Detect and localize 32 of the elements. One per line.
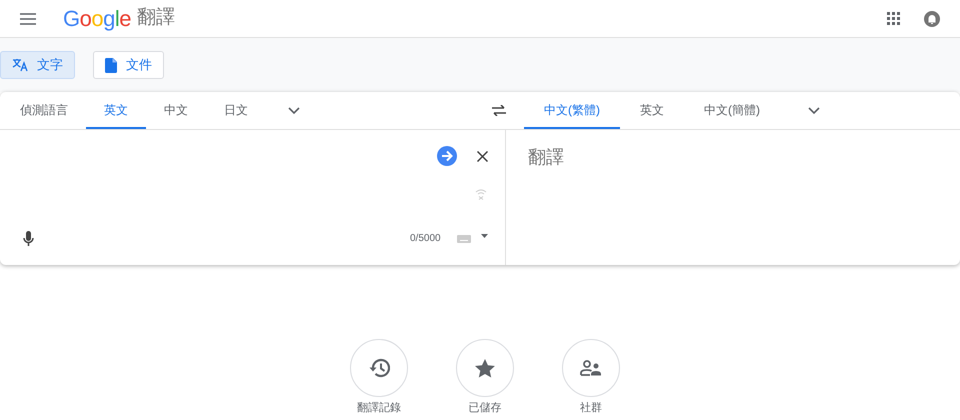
history-icon xyxy=(368,358,390,378)
language-tab[interactable]: 偵測語言 xyxy=(2,92,86,129)
language-tab[interactable]: 中文(簡體) xyxy=(684,92,780,129)
google-logo[interactable]: Google xyxy=(63,8,132,30)
translation-field: 翻譯 xyxy=(506,130,960,265)
menu-icon[interactable] xyxy=(20,12,36,24)
mode-tab[interactable]: 文字 xyxy=(0,51,75,79)
bell-icon[interactable] xyxy=(924,10,940,26)
people-icon xyxy=(580,360,602,376)
translate-icon xyxy=(12,58,28,72)
chevron-down-icon[interactable] xyxy=(288,106,300,114)
language-tab[interactable]: 英文 xyxy=(86,92,146,129)
mode-tab[interactable]: 文件 xyxy=(93,51,164,79)
language-tab[interactable]: 英文 xyxy=(620,92,684,129)
apps-grid-icon[interactable] xyxy=(887,12,900,25)
chevron-down-icon[interactable] xyxy=(808,106,820,114)
microphone-icon[interactable] xyxy=(23,231,34,247)
product-name: 翻譯 xyxy=(137,6,176,30)
language-tab[interactable]: 日文 xyxy=(206,92,266,129)
character-count: 0/5000 xyxy=(410,232,441,246)
wifi-off-icon xyxy=(475,188,487,200)
language-tab[interactable]: 中文 xyxy=(146,92,206,129)
document-icon xyxy=(105,58,117,72)
star-icon xyxy=(475,358,495,378)
caret-icon[interactable] xyxy=(481,234,488,238)
shortcut-label: 社群 xyxy=(580,402,602,415)
arrow-right-icon[interactable] xyxy=(437,146,457,166)
shortcut-label: 翻譯記錄 xyxy=(357,402,401,415)
shortcut-label: 已儲存 xyxy=(468,402,502,415)
language-tab[interactable]: 中文(繁體) xyxy=(524,92,620,129)
swap-icon[interactable] xyxy=(492,105,506,116)
close-icon[interactable] xyxy=(477,151,488,162)
